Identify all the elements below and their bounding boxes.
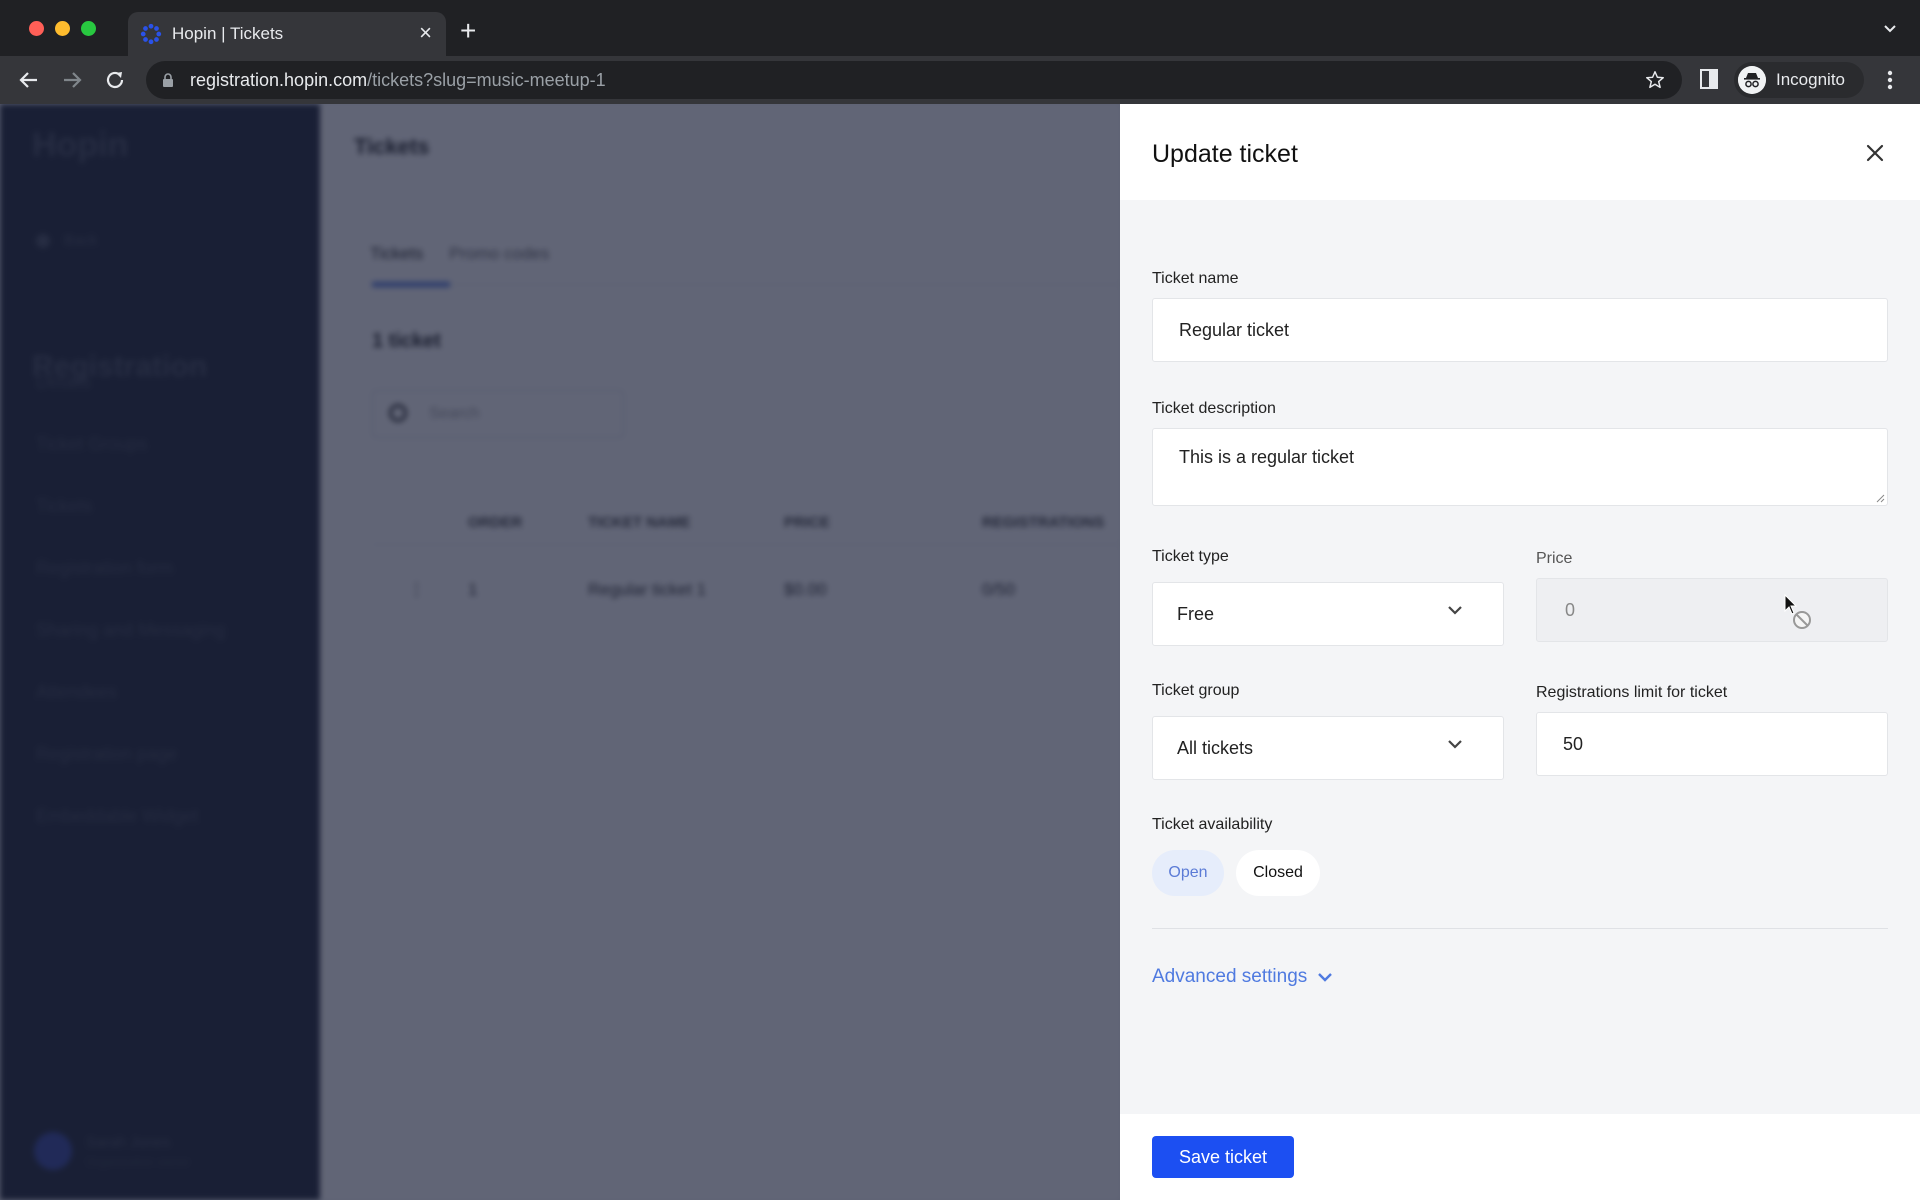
browser-toolbar: registration.hopin.com/tickets?slug=musi…: [0, 56, 1920, 104]
price-value: 0: [1565, 600, 1576, 620]
tab-title: Hopin | Tickets: [172, 24, 284, 43]
chevron-down-icon: [1318, 973, 1333, 982]
availability-closed-option[interactable]: Closed: [1236, 850, 1320, 896]
ticket-description-label: Ticket description: [1152, 400, 1276, 417]
incognito-icon: [1738, 66, 1766, 94]
registrations-limit-value: 50: [1563, 734, 1584, 754]
not-allowed-cursor-icon: [1784, 593, 1811, 629]
ticket-group-label: Ticket group: [1152, 682, 1240, 699]
url-host: registration.hopin.com: [190, 70, 368, 90]
window-zoom-button[interactable]: [81, 21, 96, 36]
side-panel-icon[interactable]: [1700, 69, 1718, 89]
forward-arrow-icon[interactable]: [60, 68, 84, 92]
update-ticket-drawer: Update ticket Ticket name Regular ticket…: [1120, 104, 1920, 1200]
ticket-availability-label: Ticket availability: [1152, 816, 1273, 833]
window-close-button[interactable]: [29, 21, 44, 36]
ticket-name-value: Regular ticket: [1179, 320, 1290, 340]
drawer-header: Update ticket: [1120, 104, 1920, 200]
section-divider: [1152, 928, 1888, 929]
browser-tab-bar: Hopin | Tickets × +: [0, 0, 1920, 56]
ticket-type-value: Free: [1177, 604, 1215, 624]
chevron-down-icon: [1448, 740, 1462, 749]
registrations-limit-label: Registrations limit for ticket: [1536, 684, 1728, 701]
resize-handle-icon[interactable]: [1875, 493, 1885, 503]
ticket-description-textarea[interactable]: This is a regular ticket: [1152, 428, 1888, 506]
drawer-title: Update ticket: [1152, 140, 1298, 168]
tab-close-icon[interactable]: ×: [419, 21, 432, 45]
back-arrow-icon[interactable]: [17, 68, 41, 92]
browser-tab[interactable]: Hopin | Tickets ×: [128, 12, 446, 56]
close-icon[interactable]: [1864, 142, 1886, 164]
advanced-settings-toggle[interactable]: Advanced settings: [1152, 966, 1333, 988]
availability-open-option[interactable]: Open: [1152, 850, 1224, 896]
modal-backdrop[interactable]: [0, 104, 1120, 1200]
url-path: /tickets?slug=music-meetup-1: [367, 70, 606, 90]
window-minimize-button[interactable]: [55, 21, 70, 36]
page-viewport: Hopin Back Registration Details Ticket G…: [0, 104, 1920, 1200]
ticket-name-input[interactable]: Regular ticket: [1152, 298, 1888, 362]
ticket-group-select[interactable]: All tickets: [1152, 716, 1504, 780]
price-input: 0: [1536, 578, 1888, 642]
reload-icon[interactable]: [103, 68, 127, 92]
bookmark-star-icon[interactable]: [1644, 69, 1666, 91]
new-tab-button[interactable]: +: [460, 17, 476, 45]
browser-menu-kebab-icon[interactable]: [1884, 68, 1896, 92]
incognito-label: Incognito: [1776, 70, 1845, 89]
lock-icon: [163, 73, 173, 87]
url-text: registration.hopin.com/tickets?slug=musi…: [190, 70, 606, 91]
ticket-type-select[interactable]: Free: [1152, 582, 1504, 646]
hopin-favicon-icon: [140, 23, 162, 45]
chevron-down-icon: [1448, 606, 1462, 615]
address-bar[interactable]: registration.hopin.com/tickets?slug=musi…: [146, 61, 1682, 99]
price-label: Price: [1536, 550, 1573, 567]
ticket-group-value: All tickets: [1177, 738, 1254, 758]
advanced-settings-label: Advanced settings: [1152, 966, 1308, 987]
registrations-limit-input[interactable]: 50: [1536, 712, 1888, 776]
tab-search-chevron-icon[interactable]: [1882, 20, 1898, 36]
ticket-name-label: Ticket name: [1152, 270, 1239, 287]
save-ticket-button[interactable]: Save ticket: [1152, 1136, 1294, 1178]
ticket-description-value: This is a regular ticket: [1179, 447, 1355, 467]
ticket-type-label: Ticket type: [1152, 548, 1229, 565]
incognito-profile-button[interactable]: Incognito: [1734, 62, 1864, 98]
